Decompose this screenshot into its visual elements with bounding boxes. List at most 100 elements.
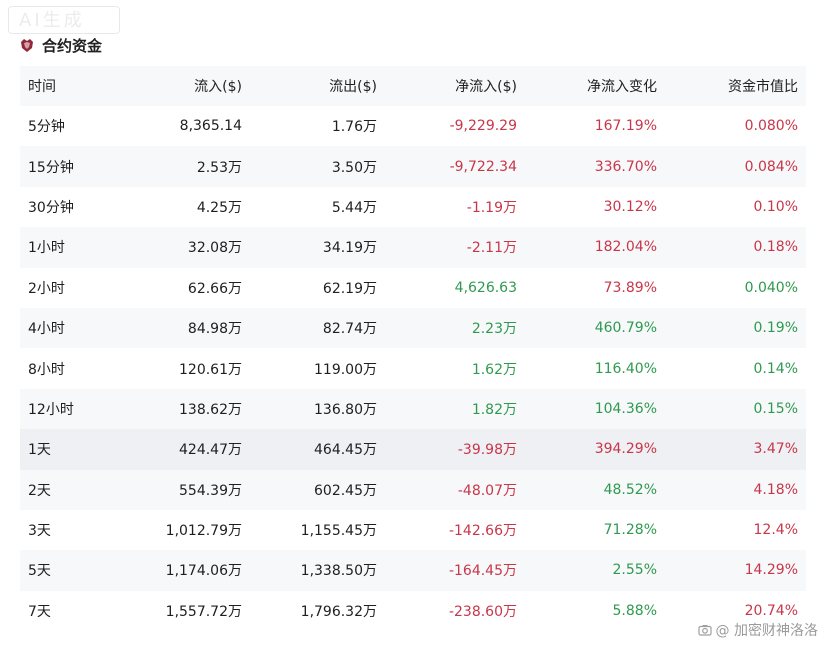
period-cell: 5分钟 [28,119,65,136]
outflow-cell: 119.00万 [314,361,377,378]
inflow-cell: 84.98万 [140,307,250,349]
inflow-cell: 120.61万 [179,361,242,378]
column-header-outflow[interactable]: 流出($) [250,66,385,106]
fund-market-cap-ratio-cell: 0.15% [665,388,806,430]
inflow-cell: 138.62万 [140,388,250,430]
inflow-cell: 8,365.14 [179,118,242,135]
outflow-cell: 1,338.50万 [250,550,385,591]
fund-market-cap-ratio-cell: 12.4% [753,522,798,539]
table-row[interactable]: 5天 1,174.06万 1,338.50万 -164.45万 2.55% 14.29% [20,550,806,591]
outflow-cell: 464.45万 [250,429,385,470]
net-inflow-cell: -48.07万 [385,469,525,510]
net-inflow-cell: 4,626.63 [454,279,517,296]
inflow-cell: 32.08万 [140,227,250,268]
net-inflow-change-cell: 182.04% [525,227,665,268]
table-row[interactable]: 2天 554.39万 602.45万 -48.07万 48.52% 4.18% [20,469,806,510]
net-inflow-cell: -1.19万 [466,199,517,216]
period-cell: 8小时 [28,361,65,378]
inflow-cell: 62.66万 [187,280,242,297]
table-header-row: 时间 流入($) 流出($) 净流入($) 净流入变化 资金市值比 [20,66,806,106]
net-inflow-change-cell: 2.55% [525,550,665,591]
table-row[interactable]: 7天 1,557.72万 1,796.32万 -238.60万 5.88% 20.74% [20,591,806,631]
table-row[interactable]: 2小时 62.66万 62.19万 4,626.63 73.89% 0.040% [20,268,806,308]
column-header-inflow[interactable]: 流入($) [140,66,250,106]
fund-market-cap-ratio-cell: 0.084% [665,146,806,187]
net-inflow-change-cell: 394.29% [525,429,665,470]
net-inflow-cell: -39.98万 [385,429,525,470]
fund-market-cap-ratio-cell: 4.18% [665,469,806,510]
fund-market-cap-ratio-cell: 0.080% [744,118,798,135]
fund-market-cap-ratio-cell: 0.040% [744,279,798,296]
period-cell: 1天 [20,429,140,470]
net-inflow-cell: -142.66万 [448,523,517,540]
period-cell: 3天 [28,523,51,540]
net-inflow-change-cell: 71.28% [603,522,657,539]
fund-market-cap-ratio-cell: 0.19% [665,307,806,349]
inflow-cell: 424.47万 [140,429,250,470]
table-row[interactable]: 30分钟 4.25万 5.44万 -1.19万 30.12% 0.10% [20,187,806,227]
fund-market-cap-ratio-cell: 3.47% [665,429,806,470]
net-inflow-cell: 1.82万 [385,388,525,430]
period-cell: 5天 [20,550,140,591]
outflow-cell: 136.80万 [250,388,385,430]
column-header-time[interactable]: 时间 [20,66,140,106]
ai-generated-watermark: AI生成 [8,6,120,34]
outflow-cell: 3.50万 [250,146,385,187]
inflow-cell: 1,557.72万 [165,603,242,620]
net-inflow-change-cell: 30.12% [603,198,657,215]
inflow-cell: 4.25万 [196,199,242,216]
table-row[interactable]: 15分钟 2.53万 3.50万 -9,722.34 336.70% 0.084% [20,146,806,187]
net-inflow-cell: -238.60万 [448,603,517,620]
table-row[interactable]: 1小时 32.08万 34.19万 -2.11万 182.04% 0.18% [20,227,806,268]
fund-market-cap-ratio-cell: 0.18% [665,227,806,268]
period-cell: 30分钟 [28,199,74,216]
inflow-cell: 554.39万 [140,469,250,510]
outflow-cell: 34.19万 [250,227,385,268]
period-cell: 1小时 [20,227,140,268]
table-row[interactable]: 12小时 138.62万 136.80万 1.82万 104.36% 0.15% [20,388,806,430]
net-inflow-cell: 2.23万 [385,307,525,349]
outflow-cell: 602.45万 [250,469,385,510]
inflow-cell: 2.53万 [140,146,250,187]
table-row[interactable]: 5分钟 8,365.14 1.76万 -9,229.29 167.19% 0.080% [20,106,806,146]
net-inflow-cell: -164.45万 [385,550,525,591]
outflow-cell: 82.74万 [250,307,385,349]
fund-market-cap-ratio-cell: 0.14% [753,360,798,377]
net-inflow-cell: -9,722.34 [385,146,525,187]
column-header-net-inflow[interactable]: 净流入($) [385,66,525,106]
period-cell: 2天 [20,469,140,510]
net-inflow-change-cell: 48.52% [525,469,665,510]
outflow-cell: 1.76万 [331,119,377,136]
inflow-cell: 1,012.79万 [165,523,242,540]
inflow-cell: 1,174.06万 [140,550,250,591]
net-inflow-change-cell: 104.36% [525,388,665,430]
author-watermark: @ 加密财神洛洛 [697,620,818,640]
screenshot: AI生成 合约资金 时间 流入($) 流出($) 净流入($) 净流入变化 资金… [0,0,828,650]
camera-icon [697,625,712,636]
column-header-net-inflow-change[interactable]: 净流入变化 [525,66,665,106]
table-row[interactable]: 1天 424.47万 464.45万 -39.98万 394.29% 3.47% [20,429,806,470]
net-inflow-change-cell: 116.40% [594,360,657,377]
period-cell: 2小时 [28,280,65,297]
net-inflow-cell: 1.62万 [471,361,517,378]
period-cell: 4小时 [20,307,140,349]
period-cell: 7天 [28,603,51,620]
table-row[interactable]: 3天 1,012.79万 1,155.45万 -142.66万 71.28% 12.4% [20,510,806,550]
net-inflow-change-cell: 336.70% [525,146,665,187]
net-inflow-change-cell: 460.79% [525,307,665,349]
column-header-fund-market-cap-ratio[interactable]: 资金市值比 [665,66,806,106]
period-cell: 12小时 [20,388,140,430]
contract-logo-icon [21,39,33,52]
net-inflow-change-cell: 167.19% [594,118,657,135]
outflow-cell: 1,796.32万 [300,603,377,620]
fund-market-cap-ratio-cell: 14.29% [665,550,806,591]
author-watermark-text: @ 加密财神洛洛 [715,623,818,639]
net-inflow-cell: -2.11万 [385,227,525,268]
net-inflow-change-cell: 5.88% [612,602,657,619]
fund-flow-table: 时间 流入($) 流出($) 净流入($) 净流入变化 资金市值比 5分钟 8,3… [20,66,806,631]
table-row[interactable]: 8小时 120.61万 119.00万 1.62万 116.40% 0.14% [20,348,806,388]
table-row[interactable]: 4小时 84.98万 82.74万 2.23万 460.79% 0.19% [20,307,806,349]
outflow-cell: 5.44万 [331,199,377,216]
fund-market-cap-ratio-cell: 0.10% [753,198,798,215]
outflow-cell: 1,155.45万 [300,523,377,540]
